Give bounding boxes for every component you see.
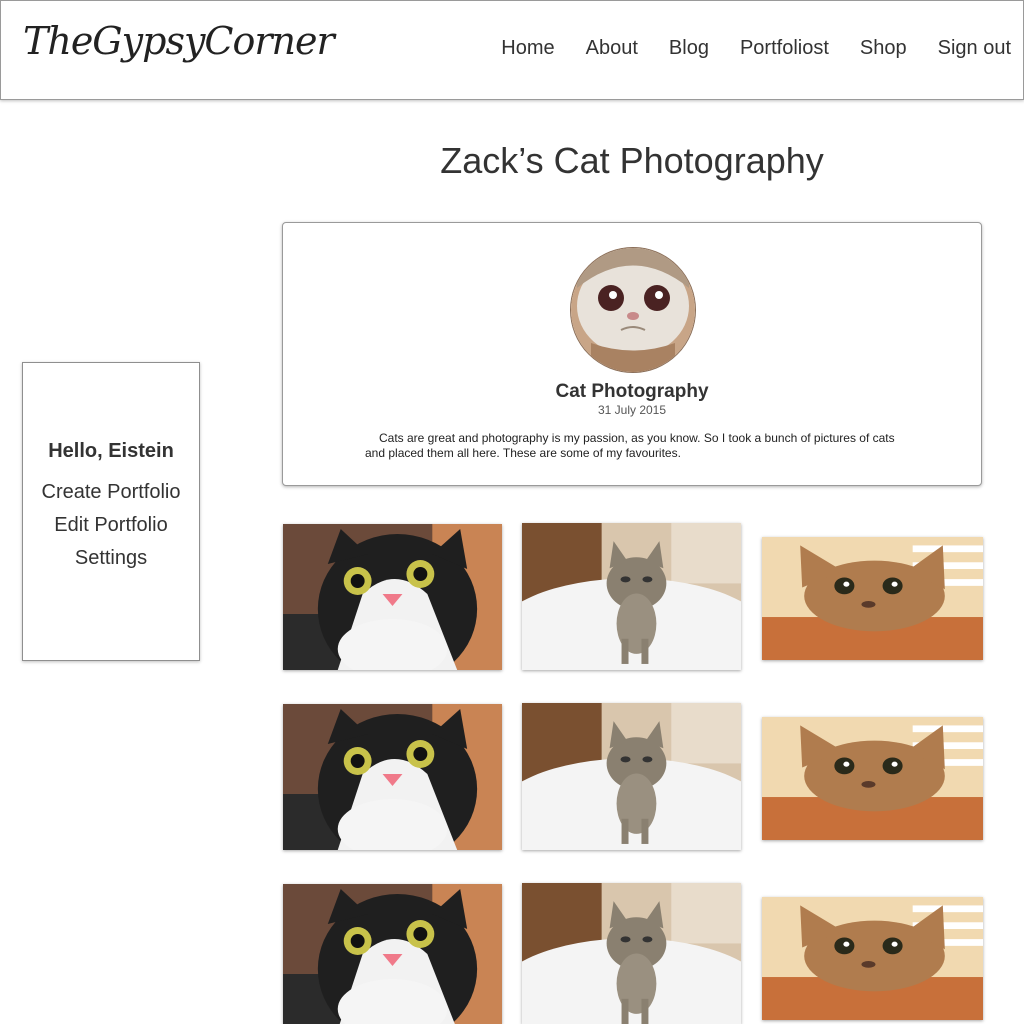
photo-cat-table-2[interactable]	[762, 717, 983, 840]
nav-blog[interactable]: Blog	[669, 37, 709, 60]
photo-cat-bw-2[interactable]	[283, 704, 502, 850]
create-portfolio-link[interactable]: Create Portfolio	[23, 481, 199, 504]
photo-cat-bw-3[interactable]	[283, 884, 502, 1024]
settings-link[interactable]: Settings	[23, 547, 199, 570]
photo-cat-bed-2[interactable]	[522, 703, 741, 850]
portfolio-avatar	[570, 247, 696, 373]
top-header: TheGypsyCorner Home About Blog Portfolio…	[0, 0, 1024, 100]
photo-cat-bw-1[interactable]	[283, 524, 502, 670]
page-title: Zack’s Cat Photography	[440, 140, 824, 181]
portfolio-card: Cat Photography 31 July 2015 Cats are gr…	[282, 222, 982, 486]
photo-cat-table-3[interactable]	[762, 897, 983, 1020]
site-logo[interactable]: TheGypsyCorner	[23, 19, 335, 63]
portfolio-description: Cats are great and photography is my pas…	[365, 431, 895, 460]
photo-cat-bed-3[interactable]	[522, 883, 741, 1024]
user-sidebar: Hello, Eistein Create Portfolio Edit Por…	[22, 362, 200, 661]
portfolio-date: 31 July 2015	[597, 403, 667, 417]
nav-shop[interactable]: Shop	[860, 37, 907, 60]
portfolio-title: Cat Photography	[555, 381, 709, 402]
photo-cat-table-1[interactable]	[762, 537, 983, 660]
nav-portfoliost[interactable]: Portfoliost	[740, 37, 829, 60]
edit-portfolio-link[interactable]: Edit Portfolio	[23, 514, 199, 537]
nav-sign-out[interactable]: Sign out	[938, 37, 1011, 60]
photo-cat-bed-1[interactable]	[522, 523, 741, 670]
nav-home[interactable]: Home	[501, 37, 554, 60]
user-greeting: Hello, Eistein	[48, 440, 174, 462]
nav-about[interactable]: About	[586, 37, 638, 60]
main-nav: Home About Blog Portfoliost Shop Sign ou…	[470, 37, 1011, 60]
